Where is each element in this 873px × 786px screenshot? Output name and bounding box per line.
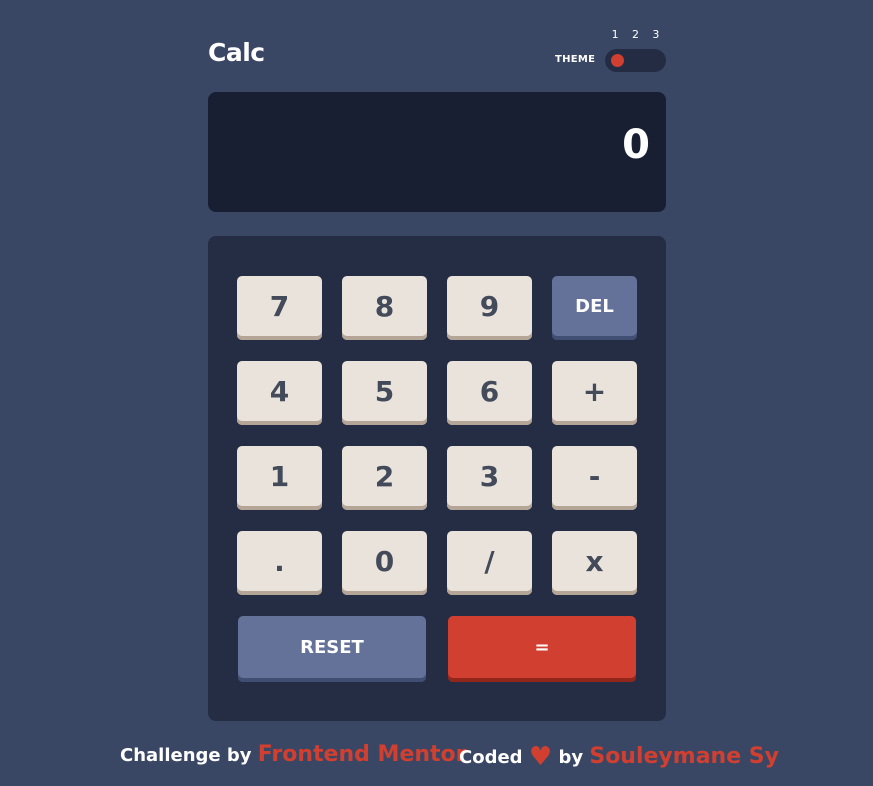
keypad: 7 8 9 DEL 4 5 6 + 1 2 3 - . 0 / x RESET …	[208, 236, 666, 721]
attribution-footer: Challenge by Frontend Mentor Coded ♥ by …	[0, 730, 873, 780]
key-2[interactable]: 2	[342, 446, 427, 510]
key-1[interactable]: 1	[237, 446, 322, 510]
display-value: 0	[622, 122, 650, 168]
key-minus[interactable]: -	[552, 446, 637, 510]
frontend-mentor-link[interactable]: Frontend Mentor	[258, 742, 467, 767]
challenge-by-text: Challenge by	[120, 745, 252, 766]
challenge-attribution: Challenge by Frontend Mentor	[120, 742, 467, 767]
key-9[interactable]: 9	[447, 276, 532, 340]
heart-icon: ♥	[528, 742, 553, 772]
theme-numbers: 1 2 3	[605, 28, 666, 41]
key-divide[interactable]: /	[447, 531, 532, 595]
by-text: by	[558, 747, 584, 768]
display-screen: 0	[208, 92, 666, 212]
key-multiply[interactable]: x	[552, 531, 637, 595]
delete-button[interactable]: DEL	[552, 276, 637, 340]
key-3[interactable]: 3	[447, 446, 532, 510]
key-plus[interactable]: +	[552, 361, 637, 425]
reset-button[interactable]: RESET	[238, 616, 426, 682]
key-4[interactable]: 4	[237, 361, 322, 425]
header: Calc THEME 1 2 3	[208, 0, 666, 92]
key-7[interactable]: 7	[237, 276, 322, 340]
calculator-app: Calc THEME 1 2 3 0 7 8 9 DEL 4 5 6 + 1 2…	[208, 0, 666, 721]
theme-toggle[interactable]	[605, 49, 666, 72]
key-8[interactable]: 8	[342, 276, 427, 340]
key-6[interactable]: 6	[447, 361, 532, 425]
theme-label: THEME	[555, 54, 596, 65]
theme-toggle-knob[interactable]	[611, 54, 624, 67]
coded-text: Coded	[459, 747, 523, 768]
theme-number-2[interactable]: 2	[632, 28, 639, 41]
app-title: Calc	[208, 38, 265, 67]
author-attribution: Coded ♥ by Souleymane Sy	[459, 740, 779, 772]
key-decimal[interactable]: .	[237, 531, 322, 595]
key-0[interactable]: 0	[342, 531, 427, 595]
equals-button[interactable]: =	[448, 616, 636, 682]
key-5[interactable]: 5	[342, 361, 427, 425]
theme-number-3[interactable]: 3	[652, 28, 659, 41]
author-link[interactable]: Souleymane Sy	[589, 744, 779, 769]
theme-number-1[interactable]: 1	[612, 28, 619, 41]
